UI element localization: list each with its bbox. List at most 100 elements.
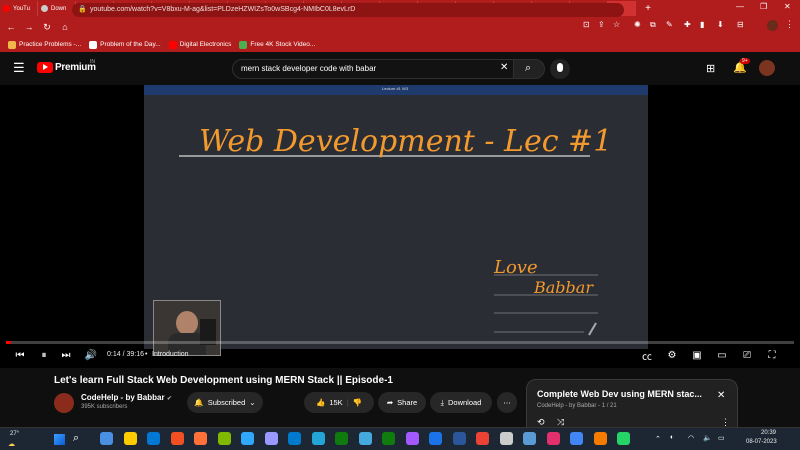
bookmark-item[interactable]: Digital Electronics (168, 40, 231, 49)
taskbar-app-icon[interactable] (523, 432, 536, 445)
taskbar-app-icon[interactable] (100, 432, 113, 445)
like-count[interactable]: 15K (329, 398, 342, 407)
taskbar-app-icon[interactable] (429, 432, 442, 445)
clear-search-icon[interactable]: ✕ (500, 62, 508, 73)
share-button[interactable]: ➦ Share (378, 392, 426, 413)
bookmark-item[interactable]: Problem of the Day... (89, 40, 161, 49)
menu-dots-icon[interactable]: ⋮ (785, 19, 794, 30)
tab-search-icon[interactable]: ⊟ (737, 20, 744, 29)
taskbar-app-icon[interactable] (358, 432, 372, 445)
forward-icon[interactable]: → (22, 20, 36, 34)
pen-cursor-icon (588, 322, 597, 336)
extension-icon-1[interactable]: ✺ (634, 20, 641, 29)
like-icon[interactable]: 👍 (316, 398, 325, 407)
taskbar-app-icon[interactable] (123, 432, 137, 445)
weather-widget[interactable]: 27° (10, 431, 19, 437)
battery-icon[interactable]: ▭ (718, 434, 725, 442)
settings-icon[interactable]: ⚙ (665, 348, 679, 362)
extension-icon-3[interactable]: ✎ (666, 20, 673, 29)
extensions-icon[interactable]: ✚ (684, 20, 691, 29)
bookmark-item[interactable]: Practice Problems -... (8, 40, 81, 49)
extension-icon-2[interactable]: ⧉ (650, 20, 656, 30)
close-window-icon[interactable]: ✕ (784, 2, 791, 11)
account-avatar[interactable] (759, 60, 775, 76)
cast-icon[interactable]: ⎚ (740, 348, 754, 362)
board-title: Web Development - Lec #1 (199, 124, 612, 159)
chevron-down-icon: ⌄ (249, 398, 256, 407)
taskbar-app-icon[interactable] (593, 432, 607, 445)
voice-search-button[interactable] (550, 59, 570, 79)
search-button[interactable]: ⌕ (513, 59, 545, 79)
new-tab-icon[interactable]: + (642, 3, 654, 14)
minimize-icon[interactable]: — (736, 2, 744, 11)
youtube-logo-icon[interactable] (37, 62, 53, 73)
taskbar-app-icon[interactable] (217, 432, 231, 445)
start-icon[interactable] (54, 434, 65, 445)
search-input[interactable]: mern stack developer code with babar (232, 59, 514, 79)
taskbar-app-icon[interactable] (476, 432, 489, 445)
taskbar-app-icon[interactable] (499, 432, 513, 445)
taskbar-app-icon[interactable] (405, 432, 419, 445)
tab-favicon-icon (3, 5, 10, 12)
back-icon[interactable]: ← (4, 20, 18, 34)
taskbar-app-icon[interactable] (170, 432, 184, 445)
url-bar[interactable]: 🔒 youtube.com/watch?v=V8bxu-M-ag&list=PL… (72, 3, 624, 17)
chapter-label[interactable]: Introduction (152, 351, 189, 358)
download-icon[interactable]: ⬇ (717, 20, 724, 29)
playlist-title[interactable]: Complete Web Dev using MERN stac... (537, 389, 702, 399)
video-player[interactable]: Lecture #1 W3 Web Development - Lec #1 L… (0, 85, 800, 368)
captions-icon[interactable]: ㏄ (640, 348, 654, 363)
miniplayer-icon[interactable]: ▣ (690, 348, 704, 362)
taskbar-app-icon[interactable] (617, 432, 630, 445)
theater-mode-icon[interactable]: ▭ (715, 348, 729, 362)
like-dislike-group: 👍 15K | 👎 (304, 392, 374, 413)
clock-time[interactable]: 20:39 (761, 430, 776, 436)
share-arrow-icon: ➦ (386, 398, 394, 407)
next-icon[interactable]: ⏭ (59, 348, 73, 362)
sidepanel-icon[interactable]: ▮ (700, 20, 704, 29)
star-icon[interactable]: ☆ (613, 20, 620, 29)
taskbar-app-icon[interactable] (194, 432, 207, 445)
speaker-icon[interactable]: 🔈 (703, 434, 712, 442)
country-code: IN (90, 59, 95, 65)
dislike-icon[interactable]: 👎 (353, 398, 362, 407)
taskbar-app-icon[interactable] (335, 432, 348, 445)
channel-avatar[interactable] (54, 393, 74, 413)
taskbar-app-icon[interactable] (241, 432, 254, 445)
volume-icon[interactable]: 🔊 (84, 348, 98, 362)
previous-icon[interactable]: ⏮ (13, 348, 27, 362)
share-icon[interactable]: ⇪ (598, 20, 605, 29)
taskbar-app-icon[interactable] (382, 432, 395, 445)
create-icon[interactable]: ⊞ (706, 62, 715, 75)
bookmark-favicon-icon (8, 40, 16, 49)
maximize-icon[interactable]: ❐ (760, 2, 767, 11)
fullscreen-icon[interactable]: ⛶ (765, 348, 779, 362)
taskbar-search-icon[interactable]: ⌕ (73, 432, 79, 445)
close-playlist-icon[interactable]: ✕ (717, 390, 725, 401)
channel-name[interactable]: CodeHelp - by Babbar ✔ (81, 393, 172, 402)
download-button[interactable]: ⤓ Download (430, 392, 492, 413)
taskbar-app-icon[interactable] (452, 432, 466, 445)
hamburger-menu-icon[interactable]: ☰ (13, 60, 25, 76)
reload-icon[interactable]: ↻ (40, 20, 54, 34)
pause-icon[interactable]: ⏸ (37, 348, 51, 362)
subscribed-button[interactable]: 🔔 Subscribed ⌄ (187, 392, 263, 413)
taskbar-app-icon[interactable] (147, 432, 160, 445)
tray-app-icon[interactable]: ◐ (670, 434, 674, 441)
home-icon[interactable]: ⌂ (58, 20, 72, 34)
bookmark-item[interactable]: Free 4K Stock Video... (239, 40, 315, 49)
taskbar-app-icon[interactable] (311, 432, 325, 445)
clock-date[interactable]: 08-07-2023 (746, 439, 777, 445)
taskbar-app-icon[interactable] (546, 432, 560, 445)
install-icon[interactable]: ⊡ (583, 20, 590, 29)
taskbar-app-icon[interactable] (288, 432, 301, 445)
tray-chevron-icon[interactable]: ⌃ (655, 435, 661, 443)
browser-tab[interactable]: YouTu (0, 1, 38, 16)
profile-avatar[interactable] (767, 20, 778, 31)
time-display: 0:14 / 39:16 (107, 351, 144, 358)
browser-tab[interactable]: Down (38, 1, 76, 16)
wifi-icon[interactable]: ◠ (688, 434, 694, 442)
taskbar-app-icon[interactable] (570, 432, 583, 445)
taskbar-app-icon[interactable] (264, 432, 278, 445)
more-actions-button[interactable]: ⋯ (497, 392, 517, 413)
